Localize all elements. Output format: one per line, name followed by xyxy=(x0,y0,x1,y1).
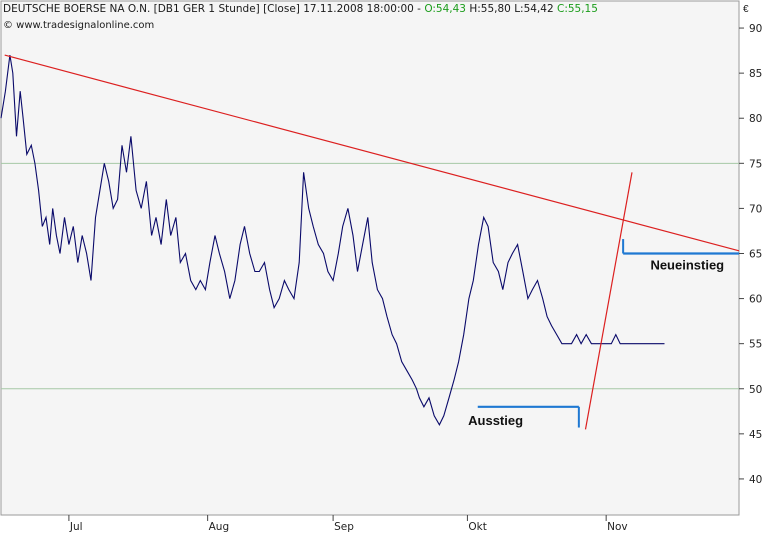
neueinstieg-label: Neueinstieg xyxy=(650,258,724,273)
y-tick-label: 40 xyxy=(749,474,762,486)
y-tick-label: 90 xyxy=(749,23,762,35)
x-axis: Jul Aug Sep Okt Nov xyxy=(68,515,628,533)
y-tick-label: 45 xyxy=(749,429,762,441)
y-tick-label: 80 xyxy=(749,113,762,125)
x-tick-label: Sep xyxy=(334,521,354,533)
y-tick-label: 75 xyxy=(749,158,762,170)
x-tick-label: Aug xyxy=(209,521,230,533)
copyright-text: © www.tradesignalonline.com xyxy=(3,20,155,31)
price-chart: Ausstieg Neueinstieg 40 45 50 55 60 65 70 75 80 85… xyxy=(0,0,762,533)
chart-header: DEUTSCHE BOERSE NA O.N. [DB1 GER 1 Stund… xyxy=(3,3,598,15)
ausstieg-label: Ausstieg xyxy=(468,413,523,428)
low-value: L:54,42 xyxy=(514,3,554,15)
x-tick-label: Jul xyxy=(69,521,83,533)
y-tick-label: 55 xyxy=(749,339,762,351)
instrument-title: DEUTSCHE BOERSE NA O.N. [DB1 GER 1 Stund… xyxy=(3,3,425,15)
y-tick-label: 50 xyxy=(749,384,762,396)
x-tick-label: Okt xyxy=(468,521,486,533)
open-value: O:54,43 xyxy=(424,3,466,15)
y-tick-label: 85 xyxy=(749,68,762,80)
plot-background xyxy=(0,0,740,516)
currency-symbol: € xyxy=(743,4,749,15)
y-tick-label: 70 xyxy=(749,203,762,215)
y-tick-label: 65 xyxy=(749,248,762,260)
high-value: H:55,80 xyxy=(469,3,511,15)
close-value: C:55,15 xyxy=(556,3,598,15)
x-tick-label: Nov xyxy=(607,521,628,533)
y-axis: 40 45 50 55 60 65 70 75 80 85 90 xyxy=(739,23,762,486)
y-tick-label: 60 xyxy=(749,294,762,306)
